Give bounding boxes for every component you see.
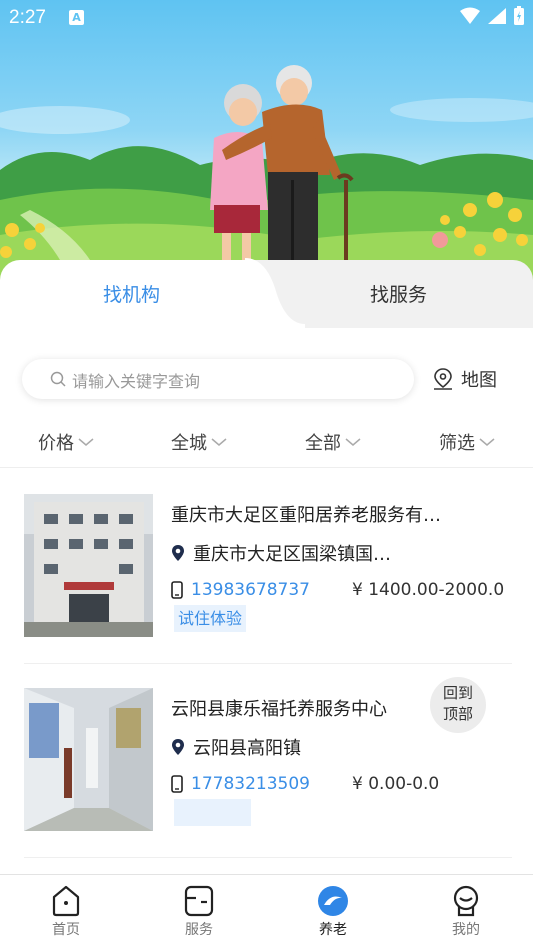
list-item[interactable]: 重庆市大足区重阳居养老服务有… 重庆市大足区国梁镇国… 13983678737 … [24, 494, 512, 664]
filter-all-label: 全部 [305, 433, 341, 454]
status-time: 2:27 [9, 7, 46, 28]
filter-screen[interactable]: 筛选 [439, 429, 495, 455]
price-range: ¥ 0.00-0.0 [352, 774, 440, 794]
notification-badge-icon: A [69, 10, 84, 25]
address-text: 重庆市大足区国梁镇国… [193, 544, 391, 565]
location-pin-icon [172, 545, 184, 561]
status-bar: 2:27 A [0, 0, 533, 36]
elderly-care-icon [318, 886, 348, 916]
phone-number: 13983678737 [191, 580, 310, 600]
service-icon [184, 885, 214, 917]
nav-profile[interactable]: 我的 [426, 883, 506, 939]
filter-bar: 价格 全城 全部 筛选 [0, 420, 533, 468]
profile-icon [453, 885, 479, 917]
tab-bar: 找机构 找服务 [0, 258, 533, 338]
nav-profile-label: 我的 [452, 922, 480, 938]
institution-name: 重庆市大足区重阳居养老服务有… [171, 505, 441, 526]
institution-photo [24, 688, 153, 831]
location-pin-icon [172, 739, 184, 755]
nav-home-label: 首页 [52, 922, 80, 938]
tab-find-institution[interactable]: 找机构 [103, 280, 160, 307]
phone-link[interactable]: 13983678737 [171, 580, 310, 600]
search-placeholder: 请输入关键字查询 [72, 372, 201, 391]
map-button[interactable]: 地图 [431, 366, 497, 392]
phone-number: 17783213509 [191, 774, 310, 794]
chevron-down-icon [211, 438, 227, 446]
nav-elderly-care[interactable]: 养老 [293, 883, 373, 939]
back-to-top-line2: 顶部 [442, 705, 473, 723]
institution-name: 云阳县康乐福托养服务中心 [171, 699, 387, 720]
hero-banner [0, 0, 533, 290]
feature-tag: 试住体验 [174, 605, 247, 632]
phone-link[interactable]: 17783213509 [171, 774, 310, 794]
phone-icon [171, 775, 183, 793]
tab-find-service[interactable]: 找服务 [370, 280, 427, 307]
search-input[interactable]: 请输入关键字查询 [22, 359, 414, 399]
back-to-top-line1: 回到 [442, 684, 473, 702]
price-range: ¥ 1400.00-2000.0 [352, 580, 505, 600]
chevron-down-icon [479, 438, 495, 446]
signal-icon [488, 8, 506, 24]
filter-city[interactable]: 全城 [171, 429, 227, 455]
wifi-icon [460, 7, 480, 24]
nav-service-label: 服务 [185, 922, 213, 938]
chevron-down-icon [345, 438, 361, 446]
filter-city-label: 全城 [171, 433, 207, 454]
filter-screen-label: 筛选 [439, 433, 475, 454]
filter-price[interactable]: 价格 [38, 429, 94, 455]
back-to-top-button[interactable]: 回到 顶部 [430, 677, 486, 733]
institution-address: 重庆市大足区国梁镇国… [171, 540, 391, 566]
nav-service[interactable]: 服务 [159, 883, 239, 939]
phone-icon [171, 581, 183, 599]
address-text: 云阳县高阳镇 [193, 738, 301, 759]
institution-photo [24, 494, 153, 637]
feature-tag [174, 799, 251, 826]
institution-address: 云阳县高阳镇 [171, 734, 301, 760]
map-pin-icon [434, 368, 452, 390]
search-icon [50, 371, 66, 387]
filter-all[interactable]: 全部 [305, 429, 361, 455]
chevron-down-icon [78, 438, 94, 446]
map-button-label: 地图 [461, 370, 497, 391]
nav-home[interactable]: 首页 [26, 883, 106, 939]
bottom-navigation: 首页 服务 养老 我的 [0, 874, 533, 949]
elderly-couple-illustration [0, 65, 533, 290]
battery-icon [514, 6, 524, 25]
nav-elderly-care-label: 养老 [319, 922, 347, 938]
home-icon [52, 885, 80, 917]
filter-price-label: 价格 [38, 433, 74, 454]
